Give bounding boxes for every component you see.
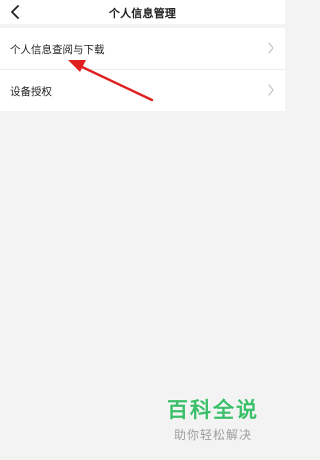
- chevron-right-icon: [268, 42, 274, 54]
- watermark: 百科全说 助你轻松解决: [151, 397, 275, 453]
- watermark-subtitle: 助你轻松解决: [173, 428, 252, 442]
- menu-item-label: 个人信息查阅与下载: [10, 44, 105, 56]
- menu-item-label: 设备授权: [10, 86, 52, 98]
- menu-list: 个人信息查阅与下载 设备授权: [0, 28, 285, 111]
- navigation-bar: 个人信息管理: [0, 0, 285, 24]
- chevron-right-icon: [268, 84, 274, 96]
- menu-item-personal-info-download[interactable]: 个人信息查阅与下载: [0, 28, 285, 69]
- watermark-title: 百科全说: [167, 398, 259, 422]
- menu-item-device-authorization[interactable]: 设备授权: [0, 69, 285, 111]
- page-title: 个人信息管理: [108, 7, 177, 20]
